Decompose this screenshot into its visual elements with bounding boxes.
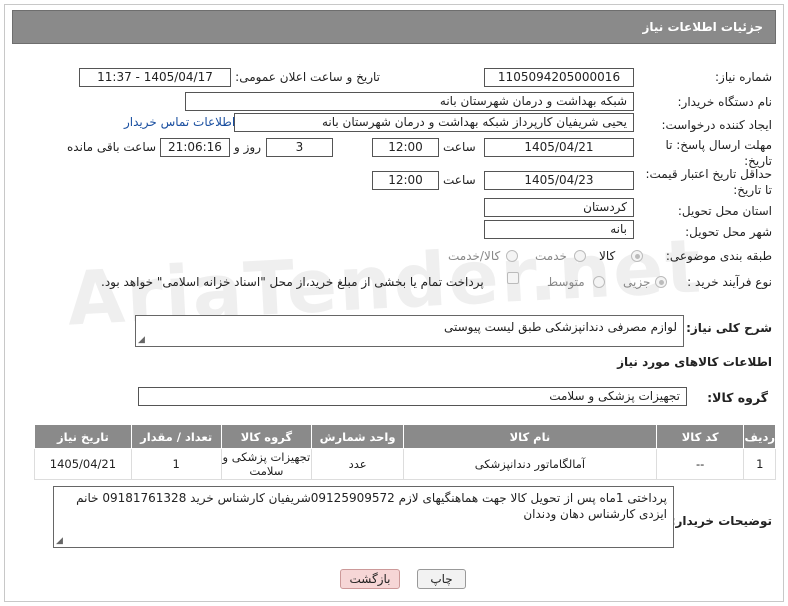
cell-row-number: 1 [743, 448, 776, 480]
buyer-org-field[interactable]: شبکه بهداشت و درمان شهرستان بانه [185, 92, 634, 111]
remaining-time-field[interactable]: 21:06:16 [160, 138, 230, 157]
city-field[interactable]: بانه [484, 220, 634, 239]
col-unit: واحد شمارش [311, 424, 404, 449]
validity-time-label: ساعت [443, 173, 476, 187]
announce-field[interactable]: 1405/04/17 - 11:37 [79, 68, 231, 87]
city-label: شهر محل تحویل: [685, 225, 772, 239]
cell-quantity: 1 [130, 448, 222, 480]
validity-label: حداقل تاریخ اعتبار قیمت: تا تاریخ: [645, 167, 772, 197]
remaining-label: ساعت باقی مانده [67, 140, 157, 154]
process-radio-medium[interactable] [593, 276, 605, 288]
goods-table: ردیف کد کالا نام کالا واحد شمارش گروه کا… [34, 424, 776, 480]
province-field[interactable]: کردستان [484, 198, 634, 217]
col-need-date: تاریخ نیاز [34, 424, 132, 449]
back-button[interactable]: بازگشت [340, 569, 400, 589]
print-button[interactable]: چاپ [417, 569, 466, 589]
goods-group-field[interactable]: تجهیزات پزشکی و سلامت [138, 387, 687, 406]
col-goods-name: نام کالا [402, 424, 657, 449]
cell-goods-group: تجهیزات پزشکی و سلامت [220, 448, 313, 480]
days-label: روز و [234, 140, 261, 154]
table-header-row: ردیف کد کالا نام کالا واحد شمارش گروه کا… [34, 424, 776, 449]
category-radio-both[interactable] [506, 250, 518, 262]
cell-unit: عدد [311, 448, 404, 480]
process-option-medium: متوسط [547, 275, 585, 289]
validity-date-field[interactable]: 1405/04/23 [484, 171, 634, 190]
buyer-notes-label: توضیحات خریدار: [670, 514, 772, 528]
deadline-label: مهلت ارسال پاسخ: تا تاریخ: [665, 138, 772, 168]
col-goods-code: کد کالا [655, 424, 745, 449]
resize-grip-icon[interactable]: ◢ [56, 537, 63, 546]
requester-label: ایجاد کننده درخواست: [661, 118, 772, 132]
buyer-notes-textarea[interactable]: پرداختی 1ماه پس از تحویل کالا جهت هماهنگ… [53, 486, 674, 548]
treasury-payment-checkbox[interactable] [507, 272, 519, 284]
treasury-payment-note: پرداخت تمام یا بخشی از مبلغ خرید،از محل … [101, 275, 484, 289]
deadline-time-field[interactable]: 12:00 [372, 138, 439, 157]
category-option-both: کالا/خدمت [448, 249, 501, 263]
table-row[interactable]: 1 -- آمالگاماتور دندانپزشکی عدد تجهیزات … [34, 448, 776, 480]
validity-time-field[interactable]: 12:00 [372, 171, 439, 190]
page-title: جزئیات اطلاعات نیاز [12, 10, 776, 44]
col-goods-group: گروه کالا [220, 424, 313, 449]
process-label: نوع فرآیند خرید : [687, 275, 772, 289]
buyer-org-label: نام دستگاه خریدار: [677, 95, 773, 109]
goods-info-heading: اطلاعات کالاهای مورد نیاز [617, 355, 772, 369]
province-label: استان محل تحویل: [677, 204, 772, 218]
announce-label: تاریخ و ساعت اعلان عمومی: [235, 70, 380, 84]
category-radio-goods[interactable] [631, 250, 643, 262]
need-number-label: شماره نیاز: [715, 70, 772, 84]
cell-goods-name: آمالگاماتور دندانپزشکی [402, 448, 657, 480]
goods-group-label: گروه کالا: [707, 390, 768, 405]
category-option-goods: کالا [599, 249, 616, 263]
contact-buyer-link[interactable]: اطلاعات تماس خریدار [124, 115, 235, 129]
need-number-field[interactable]: 1105094205000016 [484, 68, 634, 87]
cell-goods-code: -- [655, 448, 745, 480]
cell-need-date: 1405/04/21 [34, 448, 132, 480]
resize-grip-icon[interactable]: ◢ [138, 336, 145, 345]
deadline-date-field[interactable]: 1405/04/21 [484, 138, 634, 157]
category-label: طبقه بندی موضوعی: [665, 249, 772, 263]
category-option-service: خدمت [535, 249, 567, 263]
col-row-number: ردیف [743, 424, 776, 449]
deadline-time-label: ساعت [443, 140, 476, 154]
description-textarea[interactable]: لوازم مصرفی دندانپزشکی طبق لیست پیوستی ◢ [135, 315, 684, 347]
description-text: لوازم مصرفی دندانپزشکی طبق لیست پیوستی [443, 320, 677, 334]
buyer-notes-text: پرداختی 1ماه پس از تحویل کالا جهت هماهنگ… [76, 491, 667, 521]
process-radio-minor[interactable] [655, 276, 667, 288]
category-radio-service[interactable] [574, 250, 586, 262]
col-quantity: تعداد / مقدار [130, 424, 222, 449]
process-option-minor: جزیی [623, 275, 651, 289]
days-field[interactable]: 3 [266, 138, 333, 157]
description-label: شرح کلی نیاز: [686, 321, 772, 335]
requester-field[interactable]: یحیی شریفیان کارپرداز شبکه بهداشت و درما… [234, 113, 634, 132]
